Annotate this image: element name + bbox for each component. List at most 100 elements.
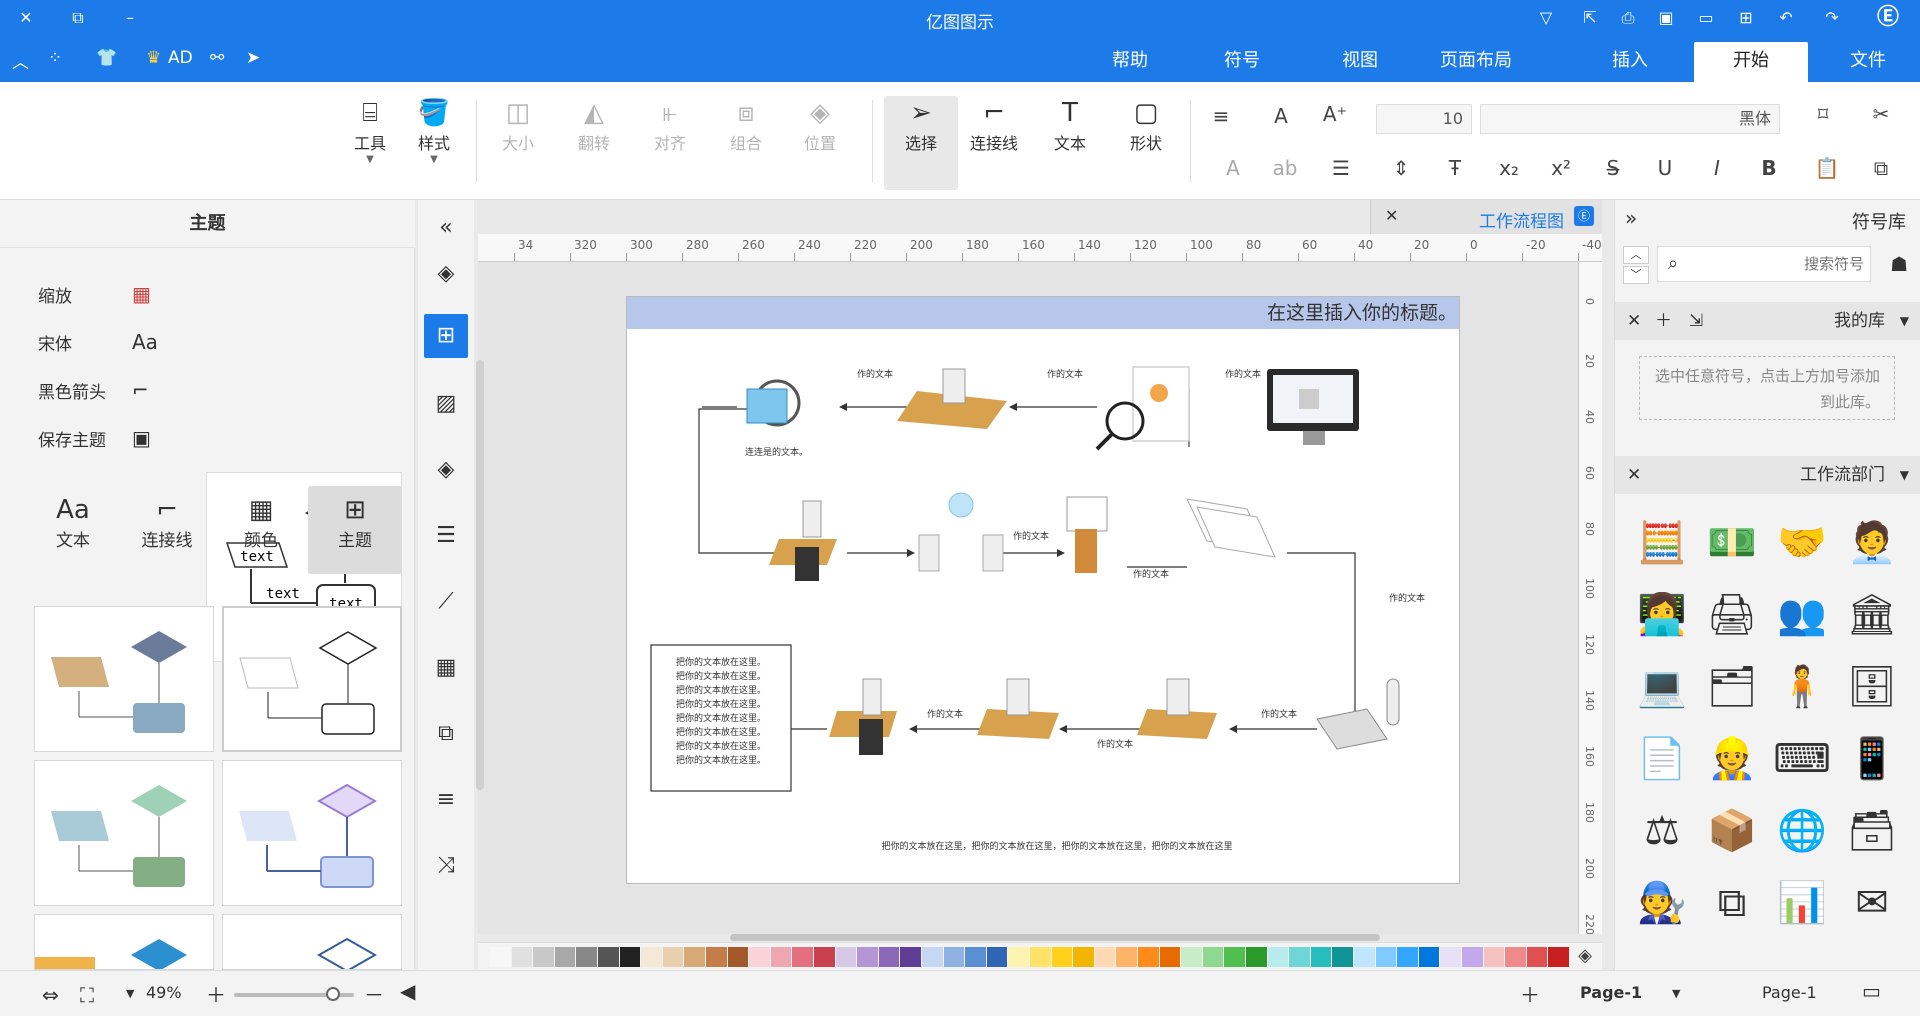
color-swatch[interactable]	[1094, 947, 1116, 967]
shuffle-icon[interactable]: ⤨	[424, 844, 468, 888]
zoom-slider[interactable]	[234, 987, 354, 1001]
connector-button[interactable]: ⌐ 连接线	[964, 96, 1024, 168]
color-swatch[interactable]	[576, 947, 597, 967]
color-theme-button[interactable]: ▦ 颜色	[214, 486, 308, 574]
theme-thumbnail[interactable]	[34, 760, 214, 906]
theme-thumbnail[interactable]	[222, 760, 402, 906]
fit-width-icon[interactable]: ⇔	[42, 983, 59, 1007]
cut-icon[interactable]: ✂	[1866, 102, 1896, 126]
bold-icon[interactable]: B	[1754, 156, 1784, 180]
color-palette[interactable]: ◈	[478, 942, 1602, 970]
chart-icon[interactable]: ⟋	[424, 580, 468, 624]
subscript-icon[interactable]: x₂	[1494, 156, 1524, 180]
ad-label[interactable]: AD	[168, 48, 193, 68]
color-swatch[interactable]	[641, 947, 662, 967]
color-swatch[interactable]	[1181, 947, 1202, 967]
color-swatch[interactable]	[1073, 947, 1094, 967]
font-size-select[interactable]: 10	[1376, 104, 1472, 134]
connector-theme-button[interactable]: ⌐ 连接线	[120, 486, 214, 574]
shape-button[interactable]: ▢ 形状	[1116, 96, 1176, 168]
italic-icon[interactable]: I	[1702, 156, 1732, 180]
horizontal-scrollbar[interactable]	[730, 934, 1380, 941]
page-tab[interactable]: Page-1	[1580, 983, 1642, 1002]
color-swatch[interactable]	[1051, 947, 1073, 967]
workstation-icon[interactable]: 💻	[1629, 654, 1695, 720]
zoom-in-icon[interactable]: ＋	[206, 979, 226, 1008]
tab-home[interactable]: 开始	[1694, 42, 1808, 82]
color-swatch[interactable]	[511, 947, 533, 967]
zoom-out-icon[interactable]: －	[364, 979, 384, 1008]
scales-icon[interactable]: ⚖	[1629, 798, 1695, 864]
my-library-header[interactable]: ✕ ＋ ⇲ 我的库 ▼	[1615, 302, 1920, 340]
boxes-icon[interactable]: 📦	[1699, 798, 1765, 864]
color-swatch[interactable]	[1397, 947, 1418, 967]
cursor-icon[interactable]: ➤	[246, 48, 260, 68]
tab-insert[interactable]: 插入	[1600, 42, 1660, 82]
undo-icon[interactable]: ↶	[1774, 6, 1798, 30]
save-icon[interactable]: ▣	[1654, 6, 1678, 30]
shirt-icon[interactable]: 👕	[96, 48, 117, 68]
symbol-search-input[interactable]	[1698, 251, 1864, 277]
color-swatch[interactable]	[922, 947, 943, 967]
color-swatch[interactable]	[1246, 947, 1267, 967]
option-arrow[interactable]: 黑色箭头 ⌐	[38, 378, 168, 406]
table-icon[interactable]: ▦	[424, 646, 468, 690]
document-icon[interactable]: ☰	[424, 514, 468, 558]
print-icon[interactable]: ⎙	[1616, 6, 1640, 30]
align-button[interactable]: ⫦ 对齐	[640, 96, 700, 168]
dropdown-icon[interactable]: ▽	[1534, 6, 1558, 30]
server-cloud-icon[interactable]: 🗄	[1839, 654, 1905, 720]
crown-icon[interactable]: ♛	[146, 48, 161, 68]
color-swatch[interactable]	[490, 947, 511, 967]
color-swatch[interactable]	[1138, 947, 1159, 967]
close-tab-icon[interactable]: ✕	[1385, 206, 1398, 225]
tab-view[interactable]: 视图	[1330, 42, 1390, 82]
color-swatch[interactable]	[986, 947, 1008, 967]
color-swatch[interactable]	[1030, 947, 1051, 967]
color-swatch[interactable]	[1116, 947, 1137, 967]
highlight-icon[interactable]: ab	[1270, 156, 1300, 180]
text-direction-icon[interactable]: Ŧ	[1440, 156, 1470, 180]
paste-icon[interactable]: 📋	[1812, 156, 1842, 180]
size-button[interactable]: ◫ 大小	[488, 96, 548, 168]
export-icon[interactable]: ⇱	[1578, 6, 1602, 30]
new-icon[interactable]: ⊞	[1734, 6, 1758, 30]
theme-thumbnail[interactable]	[34, 606, 214, 752]
group-button[interactable]: ⧈ 组合	[716, 96, 776, 168]
color-swatch[interactable]	[835, 947, 857, 967]
theme-thumbnail[interactable]	[34, 914, 214, 970]
theme-thumbnail[interactable]	[222, 606, 402, 752]
option-zoom[interactable]: 缩放 ▦	[38, 282, 168, 310]
color-swatch[interactable]	[662, 947, 684, 967]
font-color-icon[interactable]: A	[1218, 156, 1248, 180]
color-swatch[interactable]	[598, 947, 619, 967]
list-icon[interactable]: ☰	[1326, 156, 1356, 180]
color-swatch[interactable]	[554, 947, 576, 967]
desk-worker-icon[interactable]: 🧑‍🔧	[1629, 870, 1695, 936]
symbol-search-box[interactable]: ⌕	[1657, 246, 1871, 282]
color-swatch[interactable]	[1483, 947, 1505, 967]
scroll-up-icon[interactable]: ︿	[1623, 246, 1649, 264]
color-swatch[interactable]	[684, 947, 705, 967]
play-icon[interactable]: ◀	[400, 979, 415, 1003]
color-swatch[interactable]	[1418, 947, 1440, 967]
panel-toggle-icon[interactable]: ▭	[1862, 979, 1881, 1003]
open-icon[interactable]: ▭	[1694, 6, 1718, 30]
flip-button[interactable]: ◭ 翻转	[564, 96, 624, 168]
option-save-theme[interactable]: 保存主题 ▣	[38, 426, 168, 454]
color-swatch[interactable]	[857, 947, 878, 967]
page-selector[interactable]: Page-1	[1762, 983, 1817, 1002]
font-grow-icon[interactable]: A⁺	[1320, 102, 1350, 126]
color-swatch[interactable]	[1548, 947, 1569, 967]
library-manage-icon[interactable]: ☗	[1890, 252, 1908, 276]
zoom-dropdown-icon[interactable]: ▼	[126, 987, 134, 1000]
format-painter-icon[interactable]: ⌑	[1808, 102, 1838, 126]
chevron-down-icon[interactable]: ▼	[1900, 302, 1909, 340]
color-swatch[interactable]	[749, 947, 770, 967]
color-swatch[interactable]	[965, 947, 986, 967]
tab-help[interactable]: 帮助	[1100, 42, 1160, 82]
envelope-icon[interactable]: ✉	[1839, 870, 1905, 936]
theme-thumbnail[interactable]	[222, 914, 402, 970]
office-desk-icon[interactable]: 🗂	[1699, 654, 1765, 720]
color-swatch[interactable]	[619, 947, 641, 967]
